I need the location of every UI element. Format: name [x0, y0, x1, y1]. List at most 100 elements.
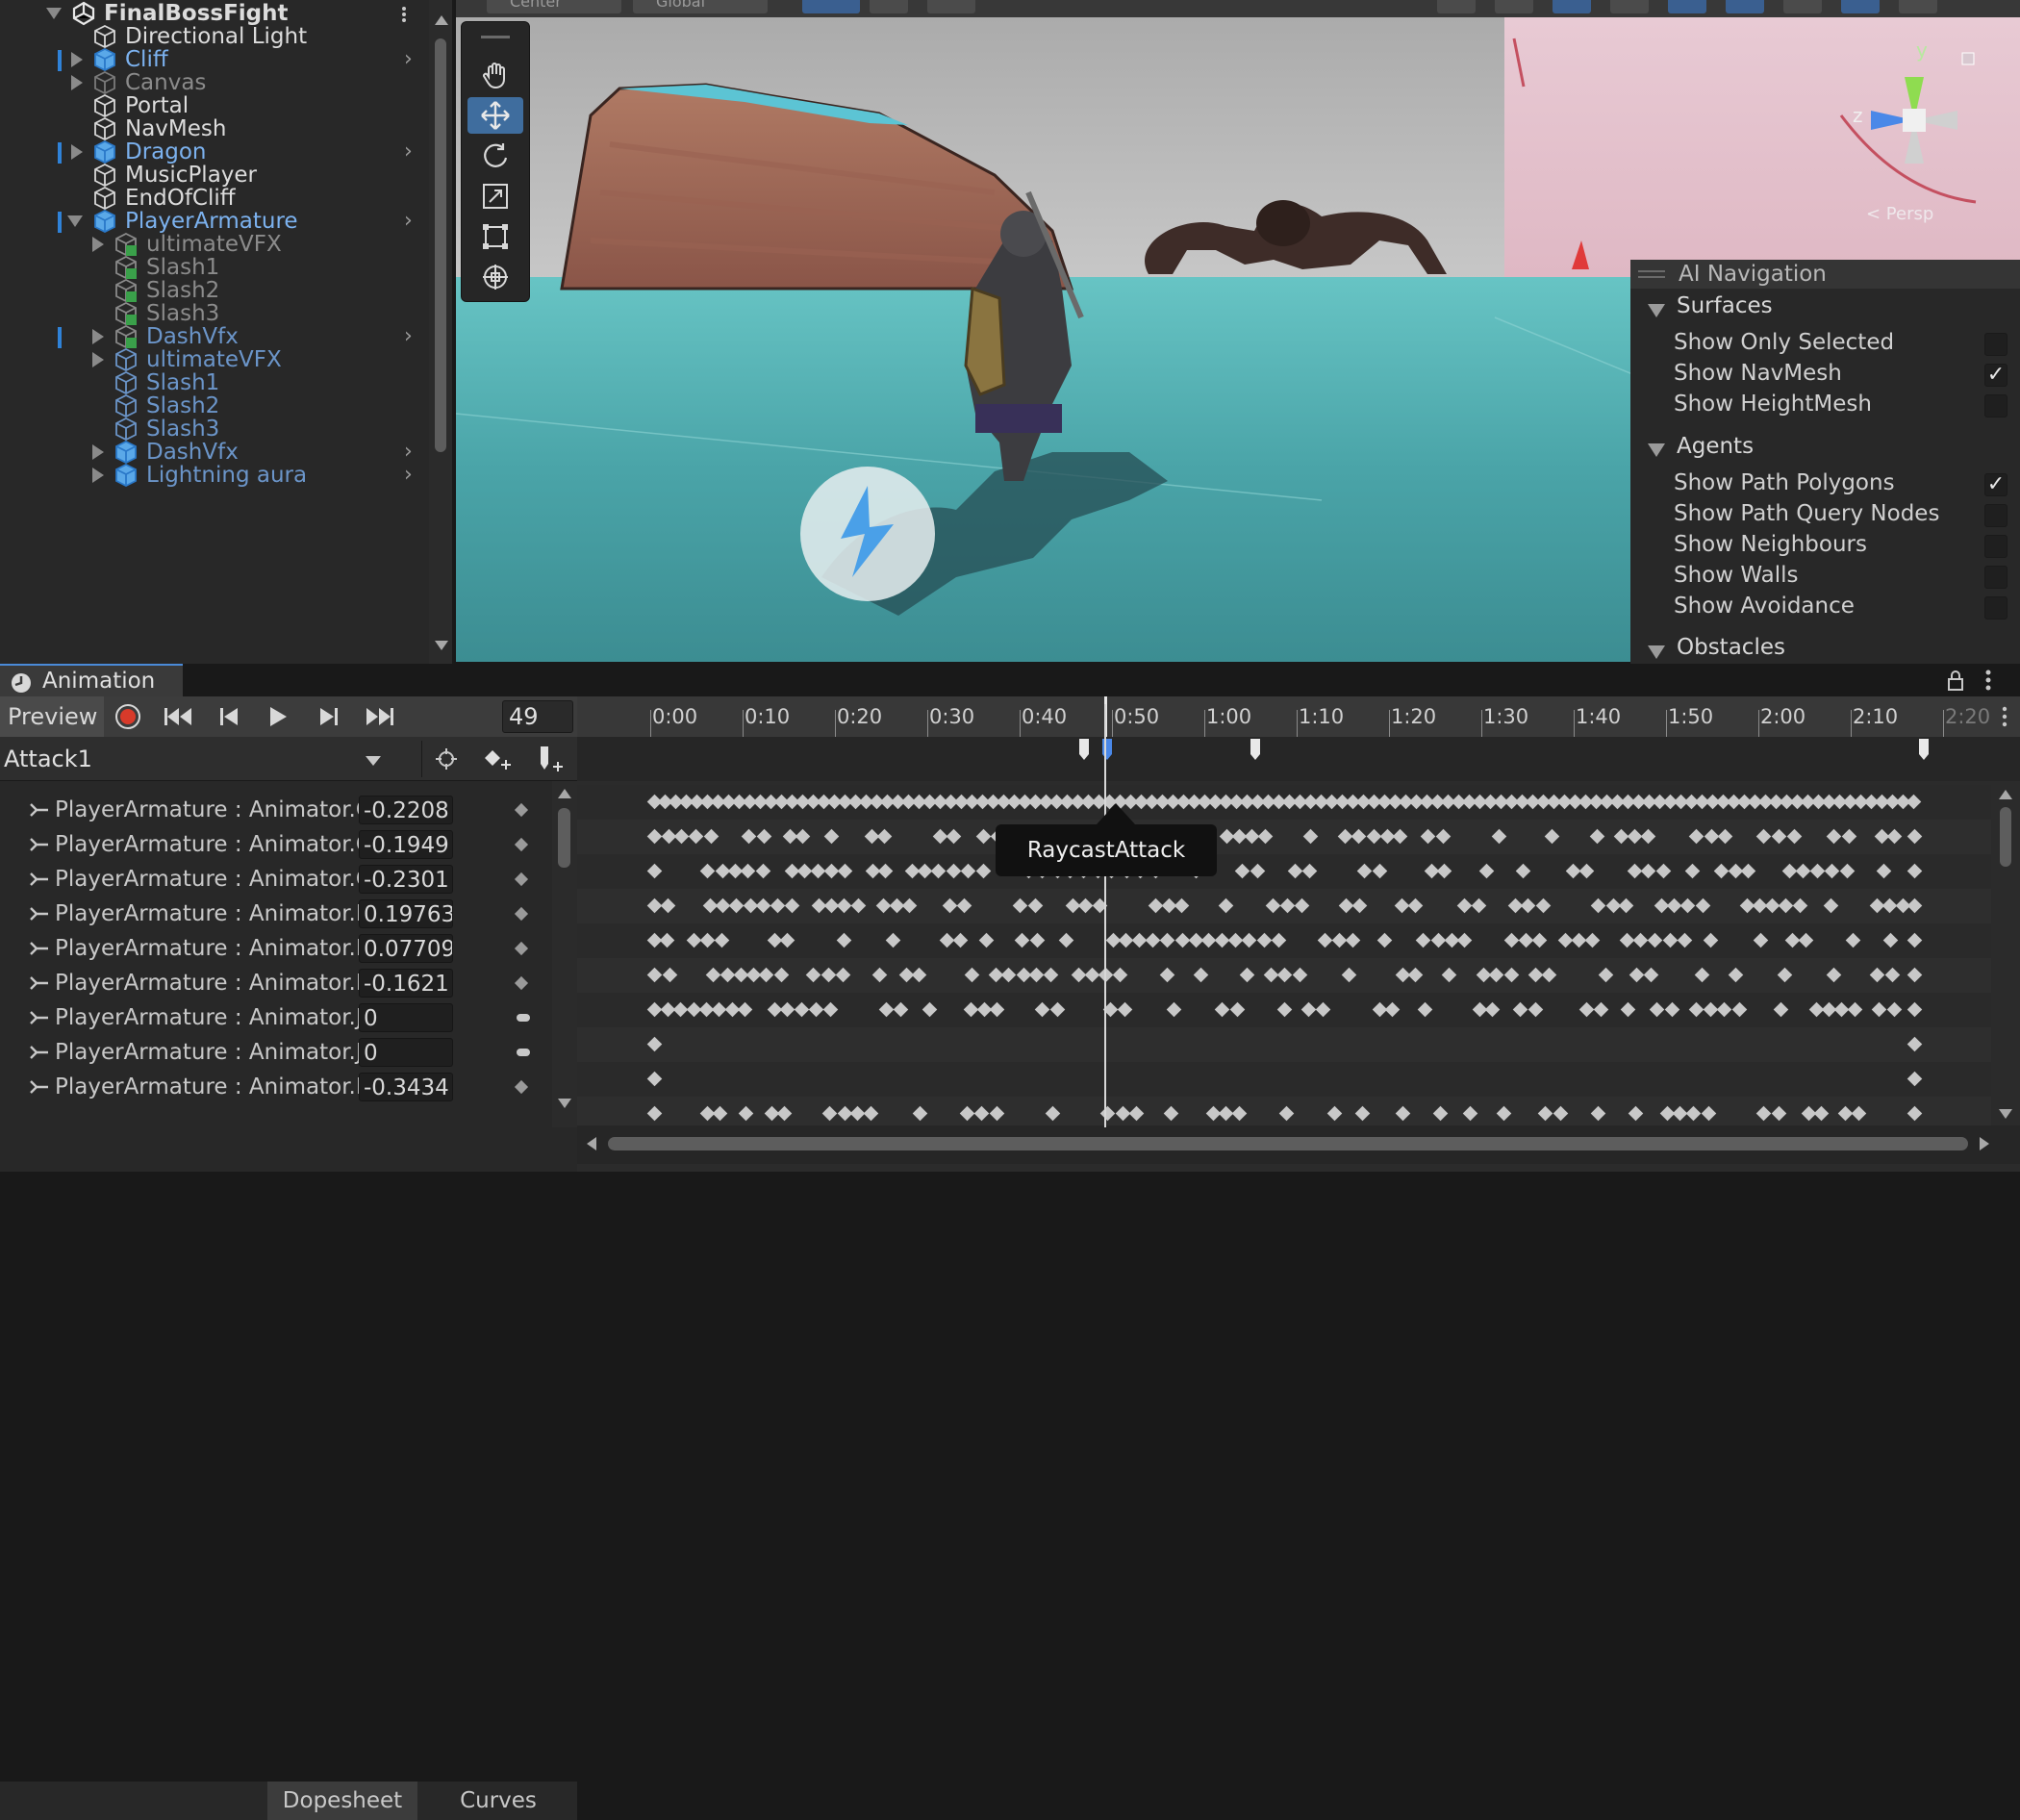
hierarchy-item[interactable]: Slash1: [0, 370, 423, 395]
property-row[interactable]: PlayerArmature : Animator.C -0.2208: [0, 793, 558, 827]
hierarchy-scrollbar[interactable]: [429, 0, 452, 664]
animation-event-marker-icon[interactable]: [1100, 737, 1114, 762]
hierarchy-item[interactable]: PlayerArmature ›: [0, 210, 423, 234]
chevron-right-icon[interactable]: ›: [404, 464, 413, 487]
expand-arrow-icon[interactable]: [92, 237, 104, 252]
property-row[interactable]: PlayerArmature : Animator.H -0.1621: [0, 966, 558, 1000]
scroll-right-arrow-icon[interactable]: [1980, 1137, 1989, 1150]
dopesheet-button[interactable]: Dopesheet: [267, 1782, 417, 1820]
hierarchy-item[interactable]: ultimateVFX: [0, 232, 423, 257]
hierarchy-item[interactable]: Dragon ›: [0, 140, 423, 164]
chevron-right-icon[interactable]: ›: [404, 140, 413, 164]
add-keyframe-icon[interactable]: [483, 747, 512, 772]
property-value-field[interactable]: 0: [359, 1003, 453, 1032]
hierarchy-item[interactable]: Lightning aura ›: [0, 464, 423, 488]
hierarchy-item[interactable]: Slash3: [0, 301, 423, 326]
expand-arrow-icon[interactable]: [92, 468, 104, 483]
animation-tab[interactable]: Animation: [0, 664, 183, 696]
keyframe-diamond-icon[interactable]: [514, 802, 529, 818]
show-walls-checkbox[interactable]: [1984, 566, 2007, 589]
keyframe-diamond-icon[interactable]: [514, 906, 529, 922]
show-path-query-nodes-checkbox[interactable]: [1984, 504, 2007, 527]
draw-mode-button[interactable]: [1437, 0, 1476, 13]
next-keyframe-icon[interactable]: [316, 706, 340, 727]
keyframe-row[interactable]: [577, 1027, 2001, 1062]
hand-tool-button[interactable]: [467, 57, 523, 93]
scroll-thumb[interactable]: [558, 808, 570, 868]
scroll-left-arrow-icon[interactable]: [587, 1137, 596, 1150]
keyframe-diamond-icon[interactable]: [514, 941, 529, 956]
show-only-selected-checkbox[interactable]: [1984, 333, 2007, 356]
event-track[interactable]: [577, 737, 2020, 781]
hierarchy-item[interactable]: Canvas: [0, 70, 423, 95]
2d-toggle-button[interactable]: [1495, 0, 1533, 13]
playhead[interactable]: [1104, 704, 1106, 1127]
ai-navigation-header[interactable]: AI Navigation: [1630, 260, 2020, 289]
hierarchy-item[interactable]: Slash1: [0, 255, 423, 280]
chevron-right-icon[interactable]: ›: [404, 441, 413, 464]
collapse-arrow-icon[interactable]: [67, 215, 83, 227]
scroll-up-arrow-icon[interactable]: [1999, 790, 2012, 799]
scroll-up-arrow-icon[interactable]: [435, 15, 448, 25]
property-value-field[interactable]: -0.3434: [359, 1073, 453, 1101]
expand-arrow-icon[interactable]: [92, 444, 104, 460]
keyframe-flat-icon[interactable]: [517, 1049, 530, 1056]
scroll-down-arrow-icon[interactable]: [558, 1099, 571, 1108]
scroll-thumb[interactable]: [608, 1137, 1968, 1150]
hierarchy-item[interactable]: Cliff ›: [0, 48, 423, 72]
time-ruler[interactable]: 0:00 0:10 0:20 0:30 0:40 0:50 1:00 1:10 1:20 1:30…: [577, 696, 2020, 737]
keyframe-diamond-icon[interactable]: [514, 1079, 529, 1095]
dopesheet-timeline[interactable]: 0:00 0:10 0:20 0:30 0:40 0:50 1:00 1:10 1:20 1:30…: [577, 696, 2020, 1172]
rotate-tool-button[interactable]: [467, 138, 523, 174]
add-event-icon[interactable]: [537, 745, 566, 775]
lock-icon[interactable]: [1946, 669, 1965, 692]
property-value-field[interactable]: -0.2301: [359, 865, 453, 894]
projection-label[interactable]: < Persp: [1866, 204, 1933, 224]
hierarchy-item[interactable]: NavMesh: [0, 116, 423, 141]
surfaces-foldout-icon[interactable]: [1648, 304, 1665, 317]
property-row[interactable]: PlayerArmature : Animator.C -0.1949: [0, 827, 558, 862]
property-value-field[interactable]: -0.1949: [359, 830, 453, 859]
agents-section-label[interactable]: Agents: [1677, 434, 1754, 459]
preview-button[interactable]: Preview: [0, 696, 104, 737]
properties-scrollbar[interactable]: [552, 781, 577, 1127]
property-value-field[interactable]: -0.1621: [359, 969, 453, 998]
rect-tool-button[interactable]: [467, 218, 523, 255]
hierarchy-item[interactable]: DashVfx ›: [0, 325, 423, 349]
scroll-thumb[interactable]: [2000, 807, 2011, 867]
keyframe-row[interactable]: [577, 1062, 2001, 1097]
show-navmesh-checkbox[interactable]: ✓: [1984, 364, 2007, 387]
transform-tool-button[interactable]: [467, 259, 523, 295]
grid-snap-button[interactable]: [802, 0, 860, 13]
pivot-center-button[interactable]: Center: [487, 0, 621, 13]
scroll-up-arrow-icon[interactable]: [558, 789, 571, 798]
expand-arrow-icon[interactable]: [92, 329, 104, 344]
animation-event-marker-icon[interactable]: [1917, 737, 1931, 762]
scroll-thumb[interactable]: [435, 38, 446, 452]
more-options-icon[interactable]: [1983, 669, 1993, 692]
scroll-down-arrow-icon[interactable]: [1999, 1109, 2012, 1119]
hierarchy-item[interactable]: MusicPlayer: [0, 163, 423, 188]
clip-dropdown[interactable]: Attack1: [0, 737, 389, 781]
curves-button[interactable]: Curves: [423, 1782, 573, 1820]
keyframe-diamond-icon[interactable]: [514, 837, 529, 852]
surfaces-section-label[interactable]: Surfaces: [1677, 293, 1773, 318]
orientation-gizmo[interactable]: y z < Persp: [1837, 33, 1991, 224]
increment-snap-button[interactable]: [927, 0, 975, 13]
last-keyframe-icon[interactable]: [364, 706, 394, 727]
keyframe-flat-icon[interactable]: [517, 1014, 530, 1022]
hierarchy-item[interactable]: EndOfCliff: [0, 186, 423, 211]
property-value-field[interactable]: 0.07709: [359, 934, 453, 963]
move-tool-button[interactable]: [467, 97, 523, 134]
hierarchy-item[interactable]: Slash3: [0, 417, 423, 442]
expand-arrow-icon[interactable]: [92, 352, 104, 367]
timeline-horizontal-scrollbar[interactable]: [577, 1125, 2020, 1164]
show-avoidance-checkbox[interactable]: [1984, 596, 2007, 619]
property-row[interactable]: PlayerArmature : Animator.J 0: [0, 1035, 558, 1070]
expand-arrow-icon[interactable]: [71, 75, 83, 90]
obstacles-section-label[interactable]: Obstacles: [1677, 635, 1785, 660]
drag-handle[interactable]: [481, 36, 510, 38]
hidden-objects-button[interactable]: [1726, 0, 1764, 13]
snap-button[interactable]: [870, 0, 908, 13]
property-row[interactable]: PlayerArmature : Animator.H 0.07709: [0, 931, 558, 966]
